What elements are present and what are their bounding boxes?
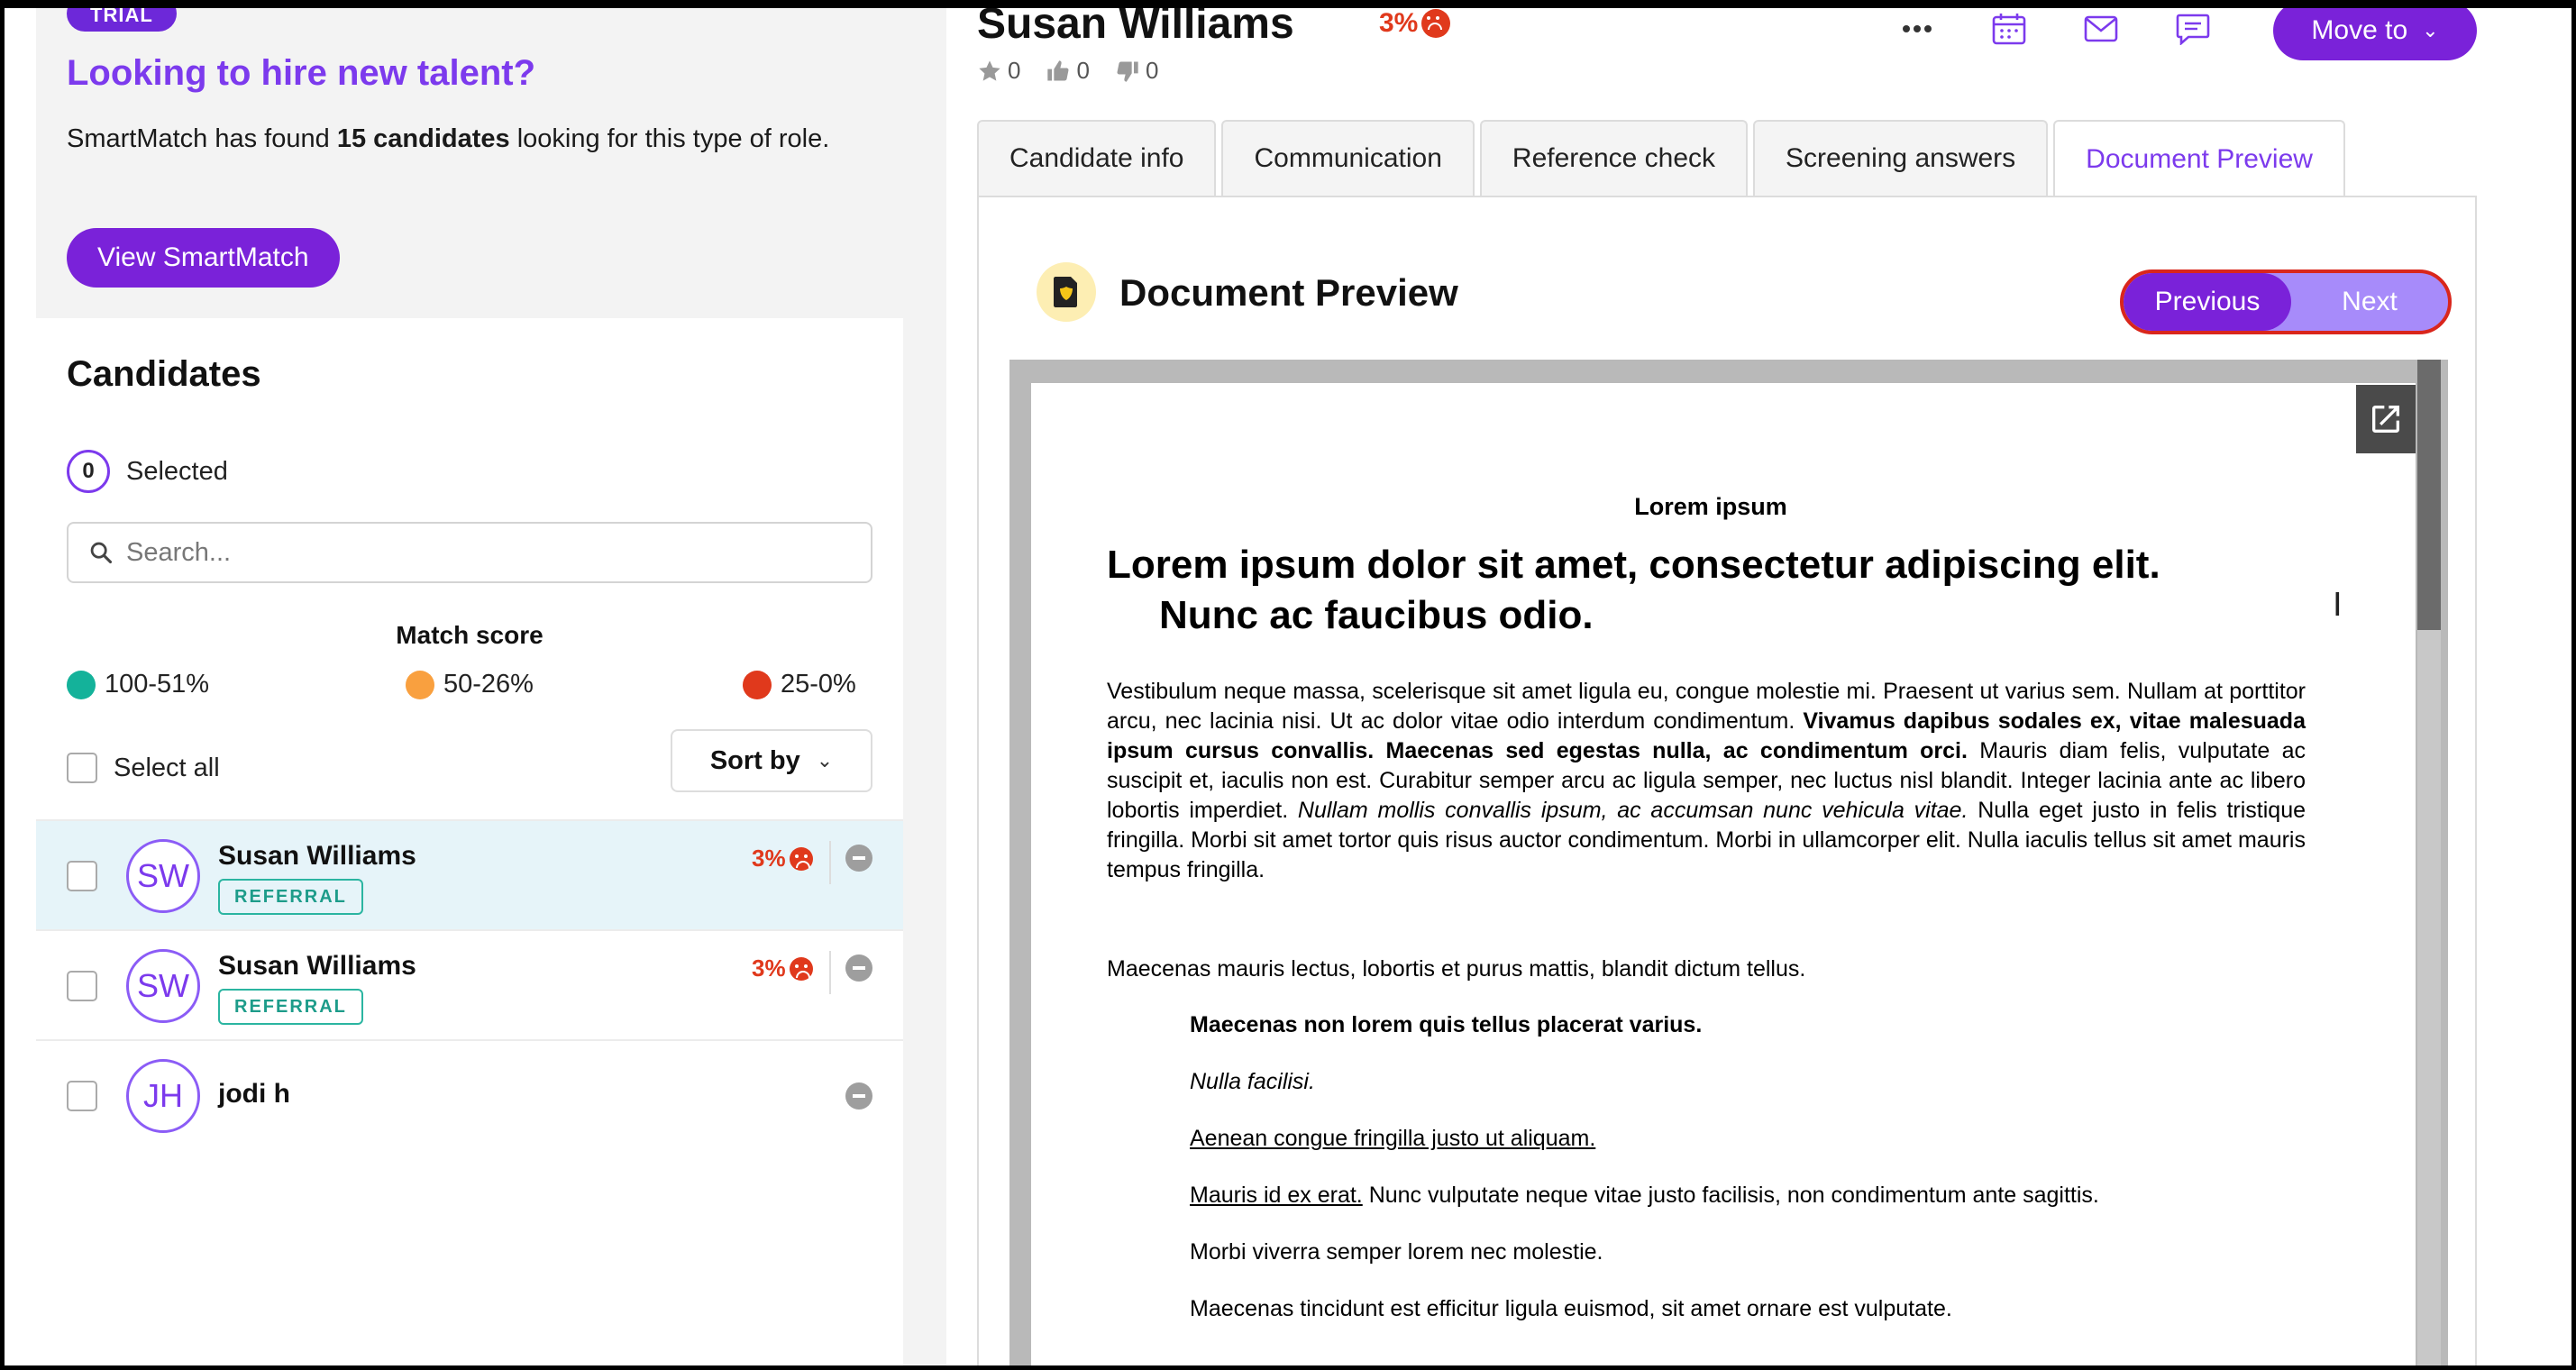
chevron-down-icon: ⌄ [816, 749, 834, 772]
candidate-checkbox[interactable] [67, 861, 97, 891]
chat-icon[interactable] [2172, 8, 2214, 50]
referral-tag: REFERRAL [218, 989, 363, 1025]
tab-document-preview[interactable]: Document Preview [2053, 120, 2345, 197]
search-icon [90, 542, 113, 564]
star-rating[interactable]: 0 [977, 57, 1020, 85]
legend-high: 100-51% [67, 670, 209, 699]
divider [829, 951, 831, 994]
document-header: Lorem ipsum [1634, 493, 1787, 520]
chevron-down-icon: ⌄ [2422, 19, 2439, 41]
tab-reference-check[interactable]: Reference check [1479, 120, 1749, 196]
legend-dot-medium [406, 670, 434, 699]
text-cursor-icon: I [2333, 587, 2343, 624]
search-input[interactable] [126, 537, 829, 568]
avatar: SW [126, 949, 200, 1023]
select-all-checkbox[interactable] [67, 753, 97, 783]
candidate-name: jodi h [218, 1079, 290, 1109]
document-heading: Lorem ipsum dolor sit amet, consectetur … [1107, 543, 2160, 637]
next-button[interactable]: Next [2291, 273, 2448, 331]
candidate-name: Susan Williams [218, 841, 416, 871]
match-score: 3% [752, 845, 813, 872]
document-paragraph-2: Maecenas mauris lectus, lobortis et puru… [1107, 956, 1806, 982]
view-smartmatch-button[interactable]: View SmartMatch [67, 228, 340, 288]
document-item-1: Maecenas non lorem quis tellus placerat … [1190, 1012, 1703, 1037]
document-preview-title: Document Preview [1119, 271, 1458, 314]
previous-button[interactable]: Previous [2124, 273, 2291, 331]
avatar: SW [126, 839, 200, 913]
detail-tabs: Candidate info Communication Reference c… [977, 120, 2351, 197]
thumbs-down-icon [1117, 61, 1138, 82]
header-match-score: 3% [1379, 8, 1451, 39]
remove-icon[interactable] [845, 845, 872, 872]
document-item-3: Aenean congue fringilla justo ut aliquam… [1190, 1126, 1596, 1151]
tab-communication[interactable]: Communication [1221, 120, 1475, 196]
document-preview-panel: Document Preview Previous Next Lorem ips… [977, 196, 2477, 1370]
match-score: 3% [752, 954, 813, 982]
candidate-row[interactable]: SW Susan Williams REFERRAL 3% [36, 819, 903, 929]
candidate-checkbox[interactable] [67, 971, 97, 1001]
promo-text: SmartMatch has found 15 candidates looki… [67, 124, 830, 153]
document-item-6: Maecenas tincidunt est efficitur ligula … [1190, 1296, 1952, 1321]
selected-count: 0 [67, 450, 110, 493]
tab-candidate-info[interactable]: Candidate info [977, 120, 1217, 196]
trial-badge: TRIAL [67, 0, 177, 32]
calendar-icon[interactable] [1988, 8, 2030, 50]
document-pager: Previous Next [2120, 269, 2452, 334]
candidates-title: Candidates [67, 354, 261, 394]
move-to-button[interactable]: Move to ⌄ [2273, 1, 2477, 60]
candidate-list: SW Susan Williams REFERRAL 3% SW Susan W… [36, 819, 903, 1149]
sort-by-dropdown[interactable]: Sort by ⌄ [671, 729, 872, 792]
sad-face-icon [789, 846, 813, 871]
open-external-icon[interactable] [2356, 385, 2416, 453]
candidate-row[interactable]: SW Susan Williams REFERRAL 3% [36, 929, 903, 1039]
smartmatch-promo: TRIAL Looking to hire new talent? SmartM… [36, 0, 903, 318]
promo-title: Looking to hire new talent? [67, 53, 535, 93]
document-icon [1037, 262, 1096, 322]
document-item-2: Nulla facilisi. [1190, 1069, 1315, 1094]
mail-icon[interactable] [2080, 8, 2122, 50]
candidate-row[interactable]: JH jodi h [36, 1039, 903, 1149]
candidate-checkbox[interactable] [67, 1081, 97, 1111]
remove-icon[interactable] [845, 1082, 872, 1110]
match-score-title: Match score [396, 621, 544, 649]
legend-low: 25-0% [743, 670, 856, 699]
selected-count-row: 0 Selected [67, 450, 228, 493]
document-page: Lorem ipsum Lorem ipsum dolor sit amet, … [1031, 383, 2416, 1370]
select-all-label: Select all [114, 753, 220, 782]
candidate-name: Susan Williams [218, 951, 416, 981]
panel-divider [903, 8, 946, 1365]
candidate-detail-panel: Susan Williams 3% 0 0 0 Move to ⌄ Candida… [946, 0, 2576, 1370]
avatar: JH [126, 1059, 200, 1133]
sad-face-icon [789, 956, 813, 981]
sad-face-icon [1421, 9, 1451, 38]
thumbs-up[interactable]: 0 [1046, 57, 1090, 85]
star-icon [979, 59, 1000, 81]
tab-screening-answers[interactable]: Screening answers [1753, 120, 2049, 196]
legend-medium: 50-26% [406, 670, 534, 699]
more-options-icon[interactable] [1896, 8, 1938, 50]
referral-tag: REFERRAL [218, 879, 363, 915]
selected-label: Selected [126, 456, 228, 486]
candidates-panel: TRIAL Looking to hire new talent? SmartM… [36, 0, 903, 1365]
document-paragraph: Vestibulum neque massa, scelerisque sit … [1107, 679, 2307, 882]
legend-dot-low [743, 670, 772, 699]
candidate-header-name: Susan Williams [977, 0, 1294, 48]
search-box[interactable] [67, 522, 872, 583]
divider [829, 841, 831, 884]
document-item-5: Morbi viverra semper lorem nec molestie. [1190, 1239, 1603, 1265]
document-item-4: Mauris id ex erat. Nunc vulputate neque … [1190, 1183, 2099, 1208]
document-scrollbar-thumb[interactable] [2417, 360, 2441, 630]
legend-dot-high [67, 670, 96, 699]
ratings-row: 0 0 0 [977, 57, 1183, 85]
thumbs-down[interactable]: 0 [1115, 57, 1158, 85]
select-all[interactable]: Select all [67, 753, 220, 783]
thumbs-up-icon [1047, 59, 1069, 80]
remove-icon[interactable] [845, 954, 872, 982]
document-viewer[interactable]: Lorem ipsum Lorem ipsum dolor sit amet, … [1009, 360, 2448, 1370]
